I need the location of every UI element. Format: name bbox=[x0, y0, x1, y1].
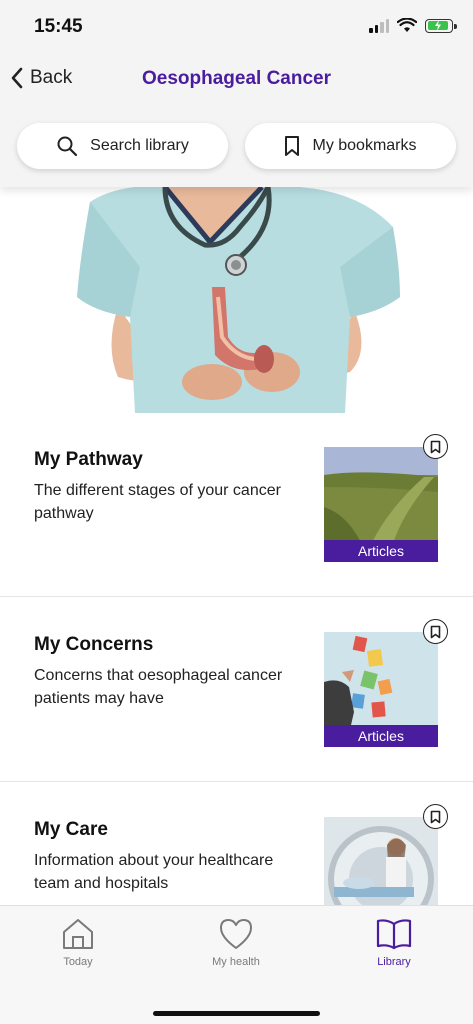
section-title: My Care bbox=[34, 819, 108, 840]
home-icon bbox=[63, 919, 93, 949]
bookmark-icon bbox=[285, 136, 300, 156]
nav-bar: Back Oesophageal Cancer bbox=[0, 58, 473, 102]
search-icon bbox=[57, 136, 78, 157]
status-icons bbox=[369, 18, 457, 33]
articles-badge: Articles bbox=[324, 725, 438, 747]
battery-icon bbox=[425, 18, 457, 33]
search-library-button[interactable]: Search library bbox=[17, 123, 228, 169]
tab-label: My health bbox=[212, 956, 260, 968]
tab-label: Library bbox=[377, 956, 411, 968]
home-indicator bbox=[153, 1011, 320, 1016]
library-section-my-concerns[interactable]: My Concerns Concerns that oesophageal ca… bbox=[0, 598, 473, 782]
page-title: Oesophageal Cancer bbox=[141, 68, 332, 89]
section-thumbnail[interactable]: Articles bbox=[324, 632, 438, 747]
articles-badge: Articles bbox=[324, 540, 438, 562]
tab-my-health[interactable]: My health bbox=[176, 916, 296, 968]
my-bookmarks-button[interactable]: My bookmarks bbox=[245, 123, 456, 169]
section-title: My Concerns bbox=[34, 634, 154, 655]
bookmark-icon bbox=[430, 810, 441, 823]
tab-label: Today bbox=[63, 956, 93, 968]
tab-library[interactable]: Library bbox=[334, 916, 454, 968]
section-description: Information about your healthcare team a… bbox=[34, 852, 274, 892]
tab-bar: Today My health Library bbox=[0, 905, 473, 1024]
section-description: Concerns that oesophageal cancer patient… bbox=[34, 667, 283, 707]
cellular-signal-icon bbox=[369, 18, 389, 33]
status-time: 15:45 bbox=[34, 16, 83, 37]
bookmark-toggle[interactable] bbox=[423, 804, 448, 829]
status-bar: 15:45 bbox=[0, 0, 473, 56]
bookmark-toggle[interactable] bbox=[423, 434, 448, 459]
search-actions: Search library My bookmarks bbox=[0, 123, 473, 169]
book-icon bbox=[376, 919, 412, 950]
wifi-icon bbox=[397, 18, 417, 32]
my-bookmarks-label: My bookmarks bbox=[312, 137, 417, 154]
heart-icon bbox=[220, 919, 252, 949]
bookmark-icon bbox=[430, 440, 441, 453]
tab-today[interactable]: Today bbox=[18, 916, 138, 968]
app-header: 15:45 Back Oesophageal Cancer Search lib… bbox=[0, 0, 473, 187]
bookmark-icon bbox=[430, 625, 441, 638]
section-thumbnail[interactable]: Articles bbox=[324, 447, 438, 562]
library-section-my-pathway[interactable]: My Pathway The different stages of your … bbox=[0, 413, 473, 597]
hero-image bbox=[0, 187, 473, 413]
section-description: The different stages of your cancer path… bbox=[34, 482, 281, 522]
section-title: My Pathway bbox=[34, 449, 143, 470]
search-library-label: Search library bbox=[90, 137, 189, 154]
bookmark-toggle[interactable] bbox=[423, 619, 448, 644]
